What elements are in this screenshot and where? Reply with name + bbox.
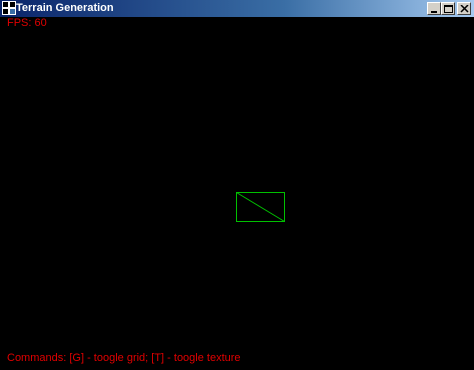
render-viewport[interactable]: FPS: 60 Commands: [G] - toogle grid; [T]…	[0, 17, 474, 370]
maximize-button[interactable]	[441, 2, 455, 15]
title-bar[interactable]: Terrain Generation	[0, 0, 474, 17]
window-title: Terrain Generation	[16, 2, 114, 14]
minimize-button[interactable]	[427, 2, 441, 15]
app-icon[interactable]	[2, 1, 16, 15]
maximize-icon	[444, 5, 453, 13]
application-window: Terrain Generation FPS: 60 Commands: [G]…	[0, 0, 474, 370]
close-icon	[460, 5, 469, 13]
commands-help: Commands: [G] - toogle grid; [T] - toogl…	[7, 352, 241, 364]
close-button[interactable]	[457, 2, 471, 15]
terrain-quad-diagonal	[236, 192, 285, 222]
terrain-grid-quad	[236, 192, 285, 222]
terrain-mesh	[236, 192, 285, 222]
caption-buttons	[427, 2, 471, 15]
minimize-icon	[431, 11, 437, 13]
fps-counter: FPS: 60	[7, 17, 47, 29]
